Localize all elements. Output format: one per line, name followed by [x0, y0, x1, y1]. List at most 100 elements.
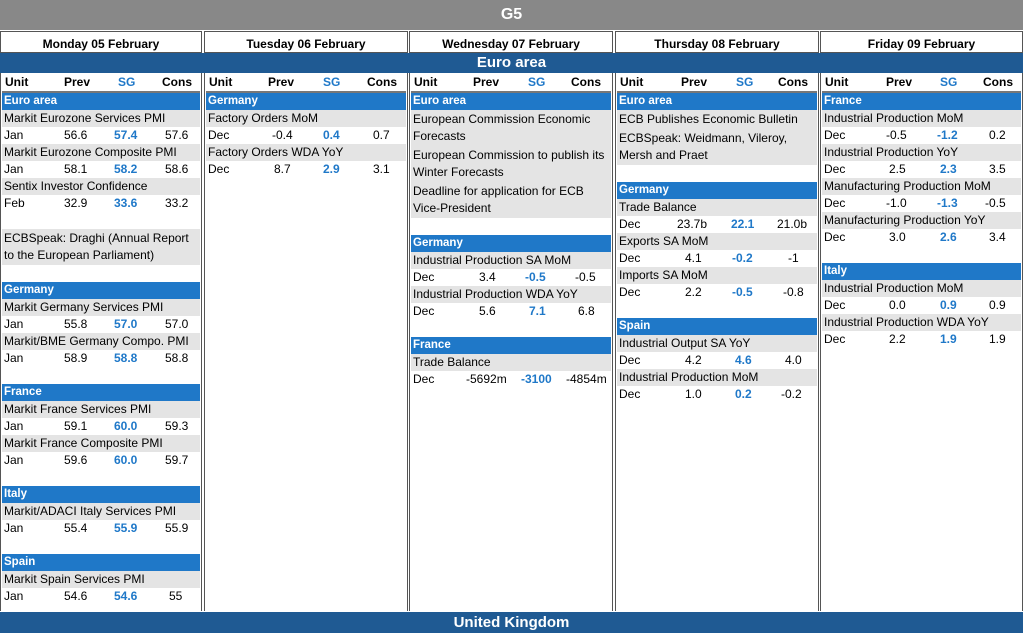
unit-value: Jan [4, 128, 24, 142]
category-italy: Italy [2, 486, 200, 503]
indicator-values: Jan 54.6 54.6 55 [2, 588, 200, 605]
unit-value: Dec [619, 353, 641, 367]
column-header: Unit Prev SG Cons [206, 73, 406, 93]
cons-value: 0.2 [989, 128, 1006, 142]
indicator-values: Dec 4.2 4.6 4.0 [617, 352, 817, 369]
col-sg-label: SG [528, 75, 546, 89]
cons-value: 55 [169, 589, 183, 603]
event-text: European Commission to publish its Winte… [411, 146, 611, 182]
prev-value: 59.1 [64, 419, 88, 433]
indicator-values: Dec 4.1 -0.2 -1 [617, 250, 817, 267]
sg-forecast-value: -3100 [521, 372, 552, 386]
category-france: France [822, 93, 1021, 110]
cons-value: 3.1 [373, 162, 390, 176]
prev-value: 3.4 [479, 270, 496, 284]
column-header: Unit Prev SG Cons [411, 73, 611, 93]
sg-forecast-value: 1.9 [940, 332, 957, 346]
cons-value: -0.5 [985, 196, 1006, 210]
indicator-name: Exports SA MoM [617, 233, 817, 250]
category-italy: Italy [822, 263, 1021, 280]
indicator-name: Imports SA MoM [617, 267, 817, 284]
unit-value: Dec [619, 251, 641, 265]
prev-value: 23.7b [677, 217, 708, 231]
cons-value: 58.8 [165, 351, 189, 365]
page-title: G5 [0, 0, 1023, 30]
indicator-name: Markit/BME Germany Compo. PMI [2, 333, 200, 350]
indicator-values: Jan 59.6 60.0 59.7 [2, 452, 200, 469]
prev-value: 3.0 [889, 230, 906, 244]
indicator-name: Markit France Composite PMI [2, 435, 200, 452]
indicator-name: Manufacturing Production YoY [822, 212, 1021, 229]
indicator-values: Jan 56.6 57.4 57.6 [2, 127, 200, 144]
col-prev-label: Prev [64, 75, 91, 89]
sg-forecast-value: 54.6 [114, 589, 138, 603]
indicator-name: Industrial Production WDA YoY [822, 314, 1021, 331]
day-header-friday: Friday 09 February [820, 31, 1023, 53]
prev-value: 5.6 [479, 304, 496, 318]
prev-value: 59.6 [64, 453, 88, 467]
indicator-values: Dec -0.4 0.4 0.7 [206, 127, 406, 144]
col-unit-label: Unit [825, 75, 849, 89]
indicator-values: Feb 32.9 33.6 33.2 [2, 195, 200, 212]
indicator-values: Dec 0.0 0.9 0.9 [822, 297, 1021, 314]
col-unit-label: Unit [209, 75, 233, 89]
column-thursday: Unit Prev SG Cons Euro area ECB Publishe… [615, 73, 819, 611]
indicator-values: Dec 2.5 2.3 3.5 [822, 161, 1021, 178]
indicator-values: Dec 3.0 2.6 3.4 [822, 229, 1021, 246]
cons-value: 57.0 [165, 317, 189, 331]
col-prev-label: Prev [268, 75, 295, 89]
sg-forecast-value: 60.0 [114, 419, 138, 433]
indicator-name: Markit Spain Services PMI [2, 571, 200, 588]
cons-value: 57.6 [165, 128, 189, 142]
sg-forecast-value: 0.4 [323, 128, 340, 142]
cons-value: 33.2 [165, 196, 189, 210]
col-unit-label: Unit [414, 75, 438, 89]
cons-value: -0.2 [781, 387, 802, 401]
cons-value: 6.8 [578, 304, 595, 318]
prev-value: 55.8 [64, 317, 88, 331]
sg-forecast-value: 2.9 [323, 162, 340, 176]
sg-forecast-value: 2.3 [940, 162, 957, 176]
cons-value: 1.9 [989, 332, 1006, 346]
day-header-row: Monday 05 February Tuesday 06 February W… [0, 31, 1023, 53]
indicator-values: Dec 1.0 0.2 -0.2 [617, 386, 817, 403]
cons-value: 0.7 [373, 128, 390, 142]
sg-forecast-value: 58.8 [114, 351, 138, 365]
category-germany: Germany [2, 282, 200, 299]
sg-forecast-value: 57.4 [114, 128, 138, 142]
category-euro-area: Euro area [411, 93, 611, 110]
indicator-values: Dec 2.2 -0.5 -0.8 [617, 284, 817, 301]
column-wednesday: Unit Prev SG Cons Euro area European Com… [409, 73, 613, 611]
sg-forecast-value: -0.5 [525, 270, 546, 284]
indicator-name: Trade Balance [617, 199, 817, 216]
indicator-name: Industrial Production MoM [617, 369, 817, 386]
event-text: ECB Publishes Economic Bulletin [617, 110, 817, 129]
sg-forecast-value: -0.5 [732, 285, 753, 299]
prev-value: 2.2 [889, 332, 906, 346]
indicator-values: Jan 55.4 55.9 55.9 [2, 520, 200, 537]
unit-value: Dec [619, 387, 641, 401]
prev-value: -1.0 [886, 196, 907, 210]
column-friday: Unit Prev SG Cons France Industrial Prod… [820, 73, 1023, 611]
indicator-name: Industrial Production MoM [822, 110, 1021, 127]
cons-value: 55.9 [165, 521, 189, 535]
indicator-values: Jan 58.1 58.2 58.6 [2, 161, 200, 178]
indicator-values: Dec -1.0 -1.3 -0.5 [822, 195, 1021, 212]
indicator-name: Markit Eurozone Services PMI [2, 110, 200, 127]
sg-forecast-value: 22.1 [731, 217, 755, 231]
unit-value: Dec [413, 270, 435, 284]
cons-value: 0.9 [989, 298, 1006, 312]
indicator-name: Sentix Investor Confidence [2, 178, 200, 195]
unit-value: Dec [619, 285, 641, 299]
category-euro-area: Euro area [2, 93, 200, 110]
unit-value: Dec [824, 332, 846, 346]
sg-forecast-value: -0.2 [732, 251, 753, 265]
prev-value: 1.0 [685, 387, 702, 401]
unit-value: Dec [413, 372, 435, 386]
col-cons-label: Cons [367, 75, 397, 89]
indicator-name: Markit Germany Services PMI [2, 299, 200, 316]
sg-forecast-value: 7.1 [529, 304, 546, 318]
event-text: Deadline for application for ECB Vice-Pr… [411, 182, 611, 218]
col-prev-label: Prev [473, 75, 500, 89]
indicator-name: Markit/ADACI Italy Services PMI [2, 503, 200, 520]
